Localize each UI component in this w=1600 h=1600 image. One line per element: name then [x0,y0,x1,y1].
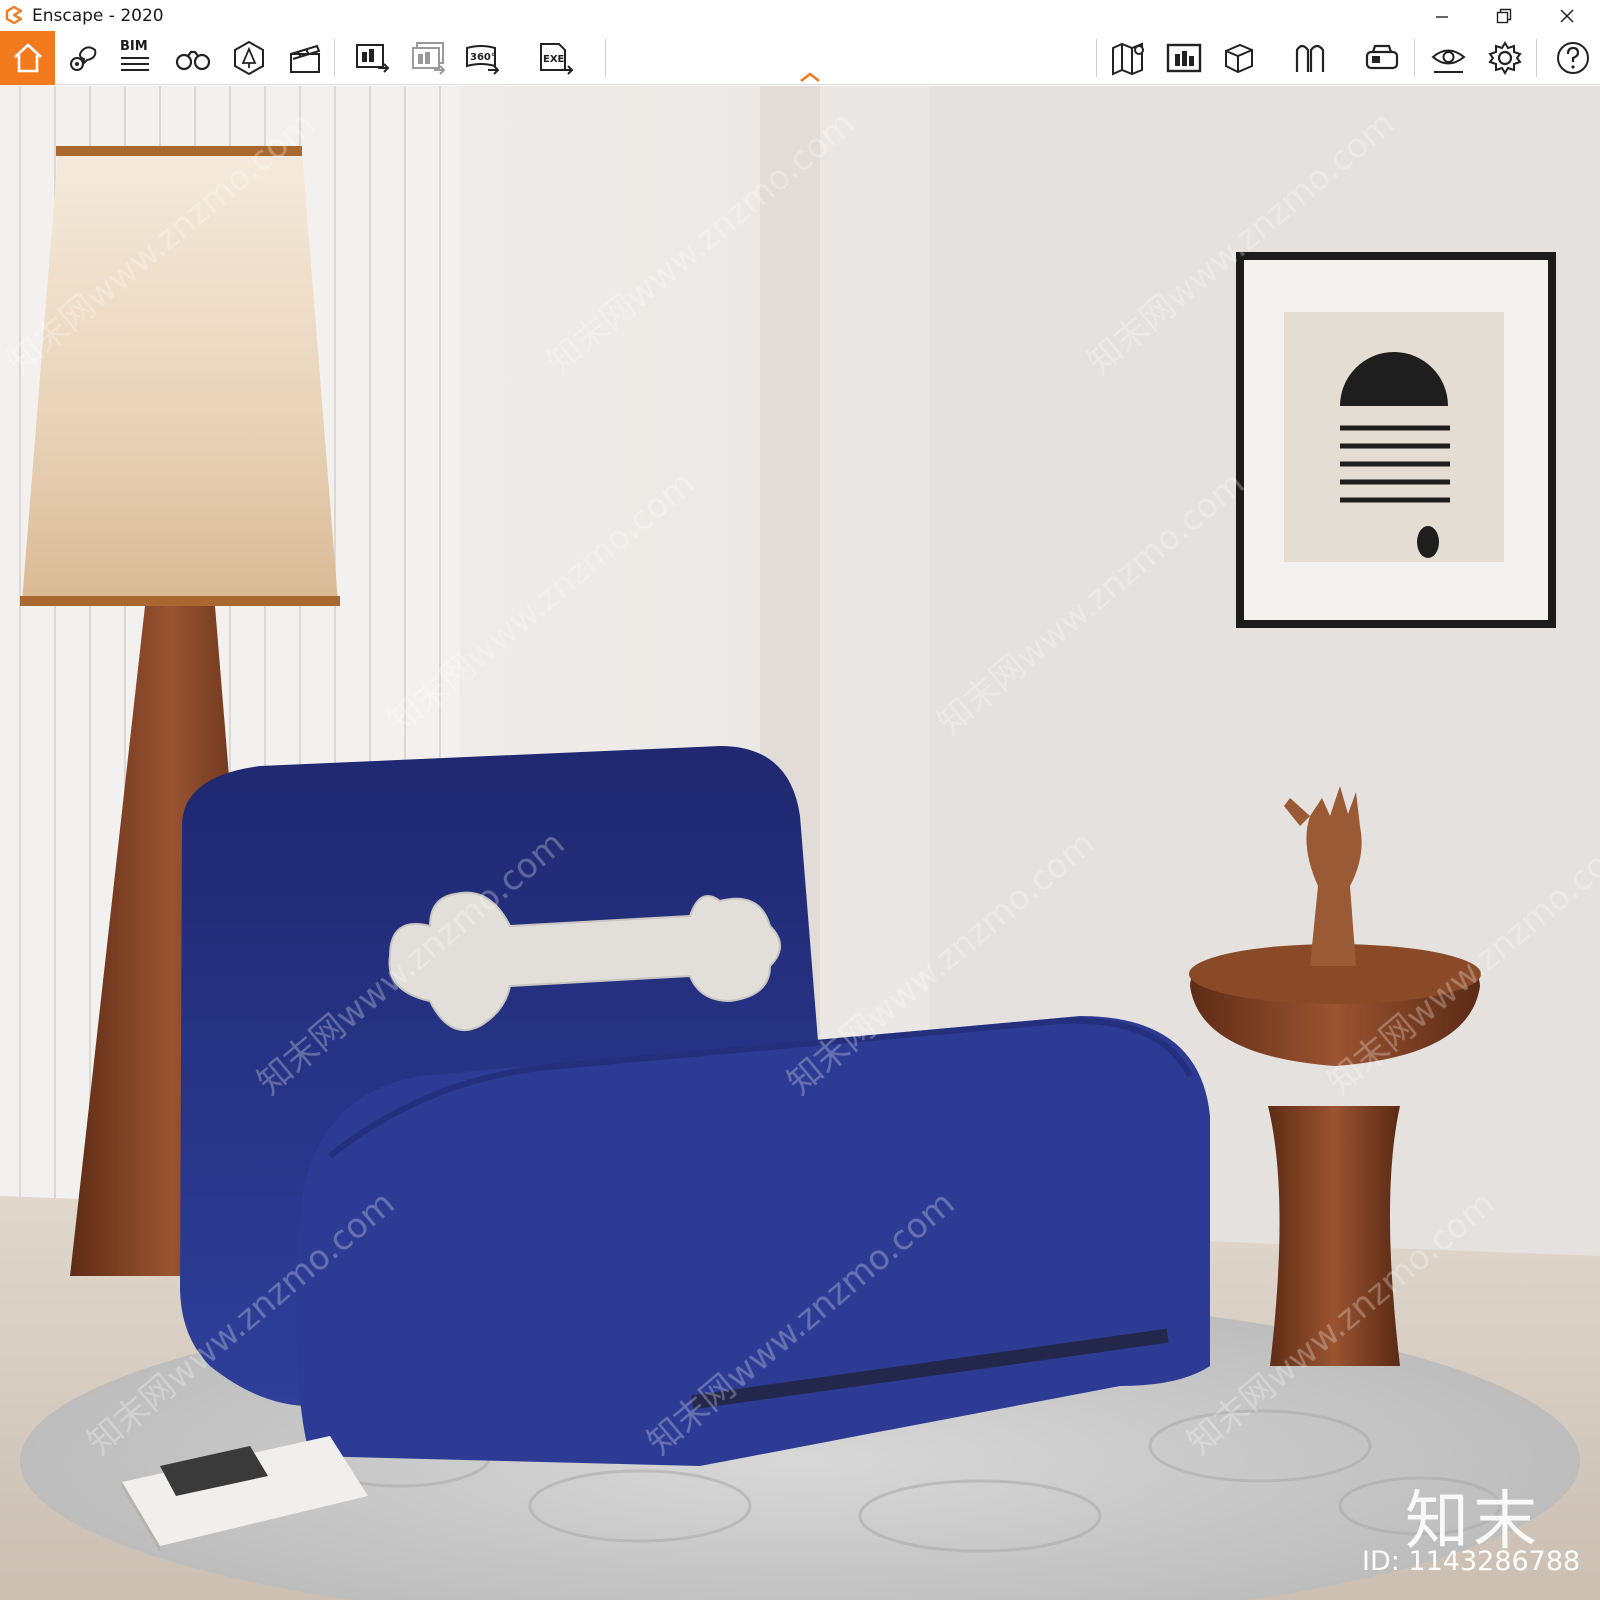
close-button[interactable] [1537,0,1597,31]
fly-mode-button[interactable] [172,38,214,78]
batch-render-button[interactable] [408,38,450,78]
close-icon [1560,8,1574,23]
svg-text:EXE: EXE [543,54,565,65]
outline-icon [1295,44,1325,72]
toolbar-separator [1536,39,1537,77]
general-settings-button[interactable] [1484,38,1526,78]
render-screenshot-icon [356,44,390,73]
asset-library-button[interactable] [228,38,270,78]
minimize-icon [1436,15,1448,18]
restore-button[interactable] [1474,0,1534,31]
render-viewport[interactable]: 知末网www.znzmo.com 知末网www.znzmo.com 知末网www… [0,86,1600,1600]
toolbar-separator [1096,39,1097,77]
section-box-button[interactable] [1218,38,1260,78]
vr-headset-button[interactable] [1362,38,1404,78]
visual-settings-icon [1431,49,1466,73]
map-button[interactable] [1108,38,1150,78]
framed-artwork [1236,252,1556,628]
gear-icon [1488,41,1522,75]
batch-render-icon [412,42,446,75]
minimize-button[interactable] [1412,0,1472,31]
collapse-toolbar-icon[interactable] [798,71,822,83]
svg-text:360°: 360° [470,52,496,63]
binoculars-icon [175,50,211,71]
panorama-button[interactable]: 360° [462,38,504,78]
title-bar: Enscape - 2020 [0,0,1600,31]
video-editor-button[interactable] [284,38,326,78]
video-editor-icon [290,44,321,73]
enscape-logo-icon [5,5,23,25]
home-button[interactable] [0,31,55,85]
minimap-icon [1166,43,1202,73]
views-icon [70,46,97,71]
help-button[interactable] [1552,38,1594,78]
watermark-id: ID: 1143286788 [1362,1546,1581,1577]
panorama-360-icon: 360° [466,45,500,75]
map-icon [1112,42,1144,76]
bim-label: BIM [120,39,148,54]
section-box-icon [1225,43,1253,74]
exe-export-button[interactable]: EXE [535,38,577,78]
scene-render: 知末网www.znzmo.com 知末网www.znzmo.com 知末网www… [0,86,1600,1600]
restore-icon [1496,8,1512,23]
help-icon [1557,42,1589,74]
toolbar-separator [605,39,606,77]
minimap-button[interactable] [1163,38,1205,78]
exe-export-icon: EXE [540,43,574,75]
home-icon [13,43,42,73]
toolbar-separator [334,39,335,77]
views-button[interactable] [62,38,104,78]
asset-library-icon [234,40,264,76]
outline-button[interactable] [1290,38,1332,78]
render-screenshot-button[interactable] [352,38,394,78]
toolbar-separator [1414,39,1415,77]
visual-settings-button[interactable] [1428,38,1470,78]
window-title: Enscape - 2020 [32,6,164,26]
vr-headset-icon [1365,44,1399,70]
